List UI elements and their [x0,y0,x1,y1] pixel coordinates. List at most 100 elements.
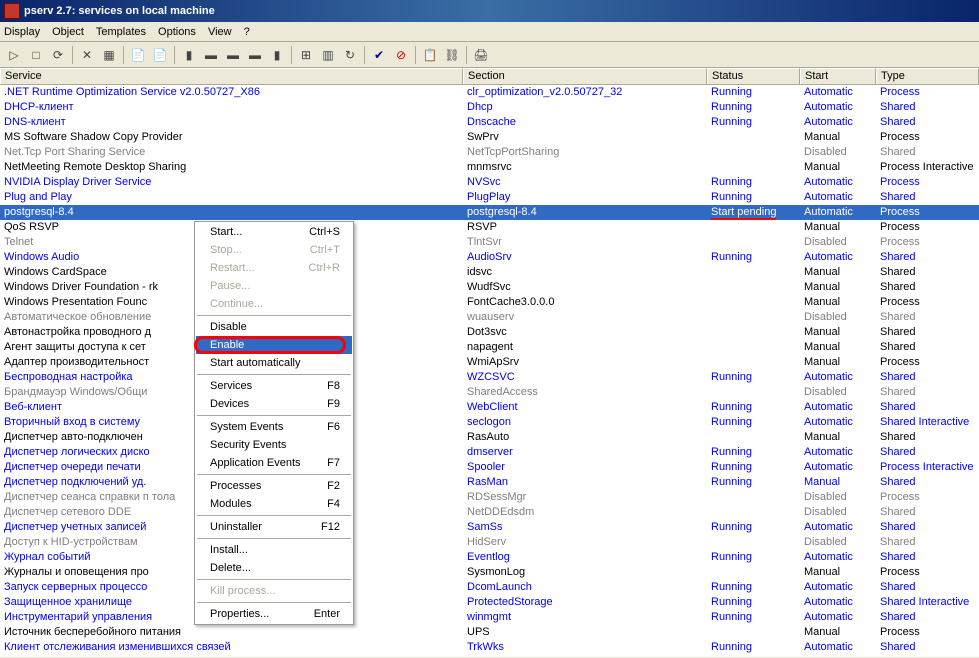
ctx-system-events[interactable]: System EventsF6 [196,418,352,436]
check-icon[interactable]: ✔ [369,45,389,65]
menu-display[interactable]: Display [4,26,40,38]
service-row[interactable]: Журналы и оповещения проSysmonLogManualP… [0,565,979,580]
service-row[interactable]: Диспетчер сетевого DDENetDDEdsdmDisabled… [0,505,979,520]
app-icon [4,3,20,19]
service-row[interactable]: TelnetTlntSvrDisabledProcess [0,235,979,250]
service-row[interactable]: Брандмауэр Windows/ОбщиSharedAccessDisab… [0,385,979,400]
ctx-install-[interactable]: Install... [196,541,352,559]
menu-help[interactable]: ? [244,26,250,38]
services-list[interactable]: .NET Runtime Optimization Service v2.0.5… [0,85,979,657]
service-row[interactable]: Клиент отслеживания изменившихся связейT… [0,640,979,655]
cell-section: AudioSrv [463,250,707,265]
cell-type: Process [876,625,979,640]
service-row[interactable]: DHCP-клиентDhcpRunningAutomaticShared [0,100,979,115]
service-row[interactable]: Windows CardSpaceidsvcManualShared [0,265,979,280]
error-icon[interactable]: ⊘ [391,45,411,65]
ctx-services[interactable]: ServicesF8 [196,377,352,395]
service-row[interactable]: Журнал событийEventlogRunningAutomaticSh… [0,550,979,565]
service-row[interactable]: Запуск серверных процессоDcomLaunchRunni… [0,580,979,595]
ctx-modules[interactable]: ModulesF4 [196,495,352,513]
play-icon[interactable]: ▷ [4,45,24,65]
service-row[interactable]: Диспетчер подключений уд.RasManRunningMa… [0,475,979,490]
menu-options[interactable]: Options [158,26,196,38]
column-headers: Service Section Status Start Type [0,68,979,85]
chain-icon[interactable]: ⛓ [442,45,462,65]
service-row[interactable]: Инструментарий управленияwinmgmtRunningA… [0,610,979,625]
menu-object[interactable]: Object [52,26,84,38]
ctx-delete-[interactable]: Delete... [196,559,352,577]
service-row[interactable]: Агент защиты доступа к сетnapagentManual… [0,340,979,355]
uninstall-icon[interactable]: 📄 [150,45,170,65]
stop-icon[interactable]: □ [26,45,46,65]
bar5-icon[interactable]: ▮ [267,45,287,65]
cell-start: Manual [800,325,876,340]
bar2-icon[interactable]: ▬ [201,45,221,65]
menu-templates[interactable]: Templates [96,26,146,38]
cell-type: Shared [876,610,979,625]
service-row[interactable]: Диспетчер авто-подключенRasAutoManualSha… [0,430,979,445]
tree-icon[interactable]: ⊞ [296,45,316,65]
ctx-properties-[interactable]: Properties...Enter [196,605,352,623]
menu-view[interactable]: View [208,26,232,38]
service-row[interactable]: Windows Driver Foundation - rkWudfSvcMan… [0,280,979,295]
service-row[interactable]: Windows AudioAudioSrvRunningAutomaticSha… [0,250,979,265]
cell-type: Process [876,85,979,100]
refresh-icon[interactable]: ↻ [340,45,360,65]
service-row[interactable]: Plug and PlayPlugPlayRunningAutomaticSha… [0,190,979,205]
ctx-security-events[interactable]: Security Events [196,436,352,454]
col-service[interactable]: Service [0,68,463,84]
service-row[interactable]: DNS-клиентDnscacheRunningAutomaticShared [0,115,979,130]
delete-icon[interactable]: ✕ [77,45,97,65]
service-row[interactable]: postgresql-8.4postgresql-8.4Start pendin… [0,205,979,220]
service-row[interactable]: .NET Runtime Optimization Service v2.0.5… [0,85,979,100]
bar3-icon[interactable]: ▬ [223,45,243,65]
service-row[interactable]: Веб-клиентWebClientRunningAutomaticShare… [0,400,979,415]
service-row[interactable]: MS Software Shadow Copy ProviderSwPrvMan… [0,130,979,145]
service-row[interactable]: Windows Presentation FouncFontCache3.0.0… [0,295,979,310]
print-icon[interactable]: 🖨 [471,45,491,65]
service-row[interactable]: NVIDIA Display Driver ServiceNVSvcRunnin… [0,175,979,190]
service-row[interactable]: Доступ к HID-устройствамHidServDisabledS… [0,535,979,550]
clipboard-icon[interactable]: 📋 [420,45,440,65]
bar1-icon[interactable]: ▮ [179,45,199,65]
col-start[interactable]: Start [800,68,876,84]
cell-type: Shared [876,430,979,445]
col-status[interactable]: Status [707,68,800,84]
col-section[interactable]: Section [463,68,707,84]
cell-section: WZCSVC [463,370,707,385]
ctx-enable[interactable]: Enable [196,336,352,354]
col-type[interactable]: Type [876,68,979,84]
cell-start: Manual [800,265,876,280]
service-row[interactable]: Net.Tcp Port Sharing ServiceNetTcpPortSh… [0,145,979,160]
service-row[interactable]: Автонастройка проводного дDot3svcManualS… [0,325,979,340]
service-row[interactable]: Защищенное хранилищеProtectedStorageRunn… [0,595,979,610]
cell-type: Process [876,205,979,220]
service-row[interactable]: Диспетчер очереди печатиSpoolerRunningAu… [0,460,979,475]
ctx-devices[interactable]: DevicesF9 [196,395,352,413]
ctx-processes[interactable]: ProcessesF2 [196,477,352,495]
service-row[interactable]: Вторичный вход в системуseclogonRunningA… [0,415,979,430]
separator [364,46,365,64]
service-row[interactable]: Диспетчер логических дискоdmserverRunnin… [0,445,979,460]
ctx-start-[interactable]: Start...Ctrl+S [196,223,352,241]
bar4-icon[interactable]: ▬ [245,45,265,65]
cell-status: Running [707,415,800,430]
service-row[interactable]: QoS RSVPRSVPManualProcess [0,220,979,235]
barcode-icon[interactable]: ▥ [318,45,338,65]
service-row[interactable]: Диспетчер учетных записейSamSsRunningAut… [0,520,979,535]
install-icon[interactable]: 📄 [128,45,148,65]
properties-icon[interactable]: ▦ [99,45,119,65]
service-row[interactable]: NetMeeting Remote Desktop Sharingmnmsrvc… [0,160,979,175]
cell-start: Automatic [800,205,876,220]
ctx-disable[interactable]: Disable [196,318,352,336]
service-row[interactable]: Адаптер производительностWmiApSrvManualP… [0,355,979,370]
service-row[interactable]: Диспетчер сеанса справки п толаRDSessMgr… [0,490,979,505]
service-row[interactable]: Беспроводная настройкаWZCSVCRunningAutom… [0,370,979,385]
ctx-start-automatically[interactable]: Start automatically [196,354,352,372]
ctx-application-events[interactable]: Application EventsF7 [196,454,352,472]
ctx-uninstaller[interactable]: UninstallerF12 [196,518,352,536]
restart-icon[interactable]: ⟳ [48,45,68,65]
service-row[interactable]: Источник бесперебойного питанияUPSManual… [0,625,979,640]
ctx-label: Start automatically [210,357,300,369]
service-row[interactable]: Автоматическое обновлениеwuauservDisable… [0,310,979,325]
